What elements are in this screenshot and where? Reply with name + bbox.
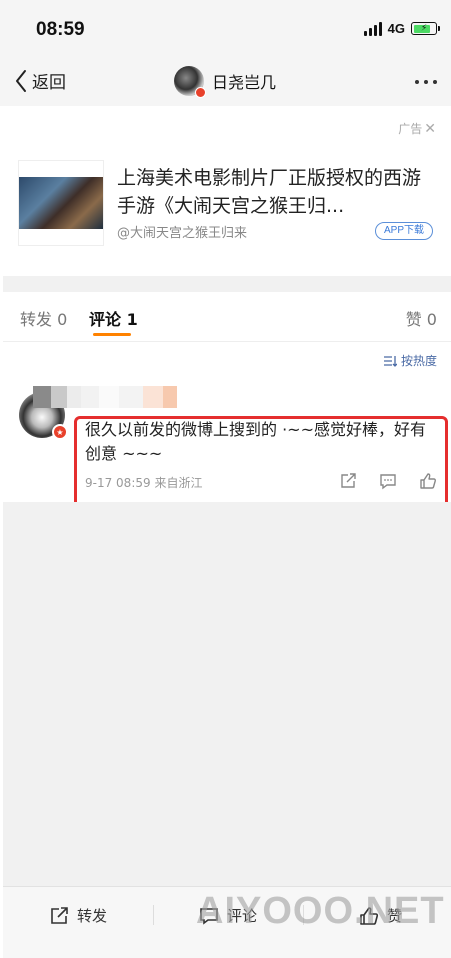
status-bar: 08:59 4G ⚡ xyxy=(0,0,451,60)
section-divider xyxy=(3,276,451,292)
like-icon[interactable] xyxy=(419,472,437,490)
status-time: 08:59 xyxy=(36,19,85,40)
comment-text: 很久以前发的微博上搜到的 ·~~感觉好棒，好有创意 ~~~ xyxy=(85,420,426,463)
ad-label: 广告 ✕ xyxy=(398,120,436,137)
nav-bar: 返回 日尧岂几 xyxy=(0,60,451,106)
sort-row: 按热度 xyxy=(3,342,451,378)
reply-icon[interactable] xyxy=(379,472,397,490)
ad-card[interactable]: 广告 ✕ 上海美术电影制片厂正版授权的西游手游《大闹天宫之猴王归... @大闹天… xyxy=(3,108,451,276)
avatar xyxy=(174,66,206,98)
close-icon[interactable]: ✕ xyxy=(424,121,436,137)
comment-label: 评论 xyxy=(227,907,258,925)
chevron-left-icon xyxy=(16,69,26,92)
charging-icon: ⚡ xyxy=(420,23,428,33)
back-label: 返回 xyxy=(32,73,66,93)
sort-icon xyxy=(383,355,397,367)
tab-bar: 转发 0 评论 1 赞 0 xyxy=(3,292,451,342)
ad-source[interactable]: @大闹天宫之猴王归来 xyxy=(117,222,247,241)
more-dot-icon xyxy=(433,80,437,84)
commenter-name-blurred[interactable] xyxy=(33,386,193,408)
signal-icon xyxy=(363,21,382,36)
page-title: 日尧岂几 xyxy=(212,73,277,92)
empty-area xyxy=(3,502,451,886)
app-download-button[interactable]: APP下载 xyxy=(374,222,433,240)
tab-comment[interactable]: 评论 1 xyxy=(89,306,138,330)
ad-thumbnail-image xyxy=(19,177,103,229)
comment-actions xyxy=(339,472,437,490)
more-button[interactable] xyxy=(415,80,437,84)
status-indicators: 4G ⚡ xyxy=(363,21,440,36)
ad-label-text: 广告 xyxy=(398,122,423,136)
tab-like[interactable]: 赞 0 xyxy=(406,306,437,330)
battery-icon: ⚡ xyxy=(411,22,440,35)
share-icon[interactable] xyxy=(339,472,357,490)
comment-button[interactable]: 评论 xyxy=(199,905,257,926)
more-dot-icon xyxy=(415,80,419,84)
like-label: 赞 xyxy=(387,907,403,925)
verified-badge-icon: ★ xyxy=(52,424,68,440)
like-icon xyxy=(360,906,379,925)
ad-thumbnail[interactable] xyxy=(18,160,104,246)
tab-repost[interactable]: 转发 0 xyxy=(20,306,67,330)
tab-indicator xyxy=(93,333,131,336)
bottom-toolbar: 转发 评论 赞 xyxy=(3,886,451,958)
back-button[interactable]: 返回 xyxy=(14,68,66,93)
sort-button[interactable]: 按热度 xyxy=(383,352,437,369)
verified-badge-icon xyxy=(195,87,206,98)
repost-icon xyxy=(51,906,68,924)
repost-button[interactable]: 转发 xyxy=(49,905,107,926)
repost-label: 转发 xyxy=(77,907,108,925)
more-dot-icon xyxy=(424,80,428,84)
comment-item: ★ 很久以前发的微博上搜到的 ·~~感觉好棒，好有创意 ~~~ 9-17 08:… xyxy=(3,378,451,502)
ad-title[interactable]: 上海美术电影制片厂正版授权的西游手游《大闹天宫之猴王归... xyxy=(117,164,433,220)
divider xyxy=(303,905,304,925)
divider xyxy=(153,905,154,925)
comment-meta: 9-17 08:59 来自浙江 xyxy=(85,476,203,490)
sort-label: 按热度 xyxy=(400,354,437,368)
comment-icon xyxy=(200,907,218,925)
network-type: 4G xyxy=(387,21,405,36)
like-button[interactable]: 赞 xyxy=(359,905,402,926)
nav-user[interactable]: 日尧岂几 xyxy=(174,66,277,98)
